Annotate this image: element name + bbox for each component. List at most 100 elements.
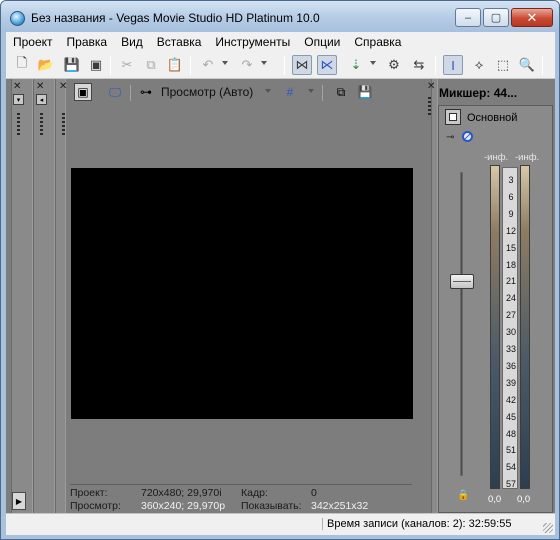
new-file-icon[interactable]: 🗋 — [12, 55, 32, 75]
crossfade-icon[interactable]: ⋉ — [317, 55, 337, 75]
preview-quality-dropdown-icon[interactable] — [265, 89, 271, 93]
meter-scale-tick: 24 — [505, 293, 516, 304]
meter-scale-tick: 36 — [505, 360, 516, 371]
save-icon[interactable]: 💾 — [62, 55, 82, 75]
meter-scale-tick: 48 — [505, 428, 516, 439]
volume-fader-track[interactable] — [460, 172, 463, 476]
bus-properties-icon[interactable] — [445, 109, 461, 125]
external-monitor-icon[interactable]: 🖵 — [106, 83, 124, 101]
meter-scale-tick: 57 — [505, 479, 516, 490]
close-pane-icon[interactable]: ✕ — [427, 81, 435, 92]
cut-icon[interactable]: ✂ — [117, 55, 137, 75]
selection-tool-icon[interactable]: ⬚ — [493, 55, 513, 75]
render-icon[interactable]: ▣ — [86, 55, 106, 75]
meter-scale-tick: 9 — [508, 208, 514, 219]
meter-scale: 3 6 9 12 15 18 21 24 27 30 33 36 39 42 45 48 51 54 57 — [502, 167, 518, 489]
minimize-button[interactable]: – — [455, 8, 481, 27]
meter-scale-tick: 33 — [505, 344, 516, 354]
meter-scale-tick: 30 — [505, 327, 516, 338]
pane-menu-icon[interactable]: ◂ — [36, 94, 47, 105]
lock-envelope-icon[interactable]: ⚙ — [384, 55, 404, 75]
save-snapshot-icon[interactable]: 💾 — [356, 83, 374, 101]
meter-left-value: 0,0 — [488, 494, 502, 505]
toolbar-separator — [542, 56, 543, 75]
meter-left — [490, 165, 500, 489]
dock-grip-icon[interactable] — [428, 97, 431, 117]
collapsed-pane-3 — [55, 79, 66, 513]
preview-fx-icon[interactable]: ⊶ — [137, 83, 155, 101]
menu-project[interactable]: Проект — [6, 32, 60, 52]
project-label: Проект: — [70, 487, 108, 499]
dock-grip-icon[interactable] — [62, 113, 65, 135]
close-icon: ✕ — [526, 9, 538, 25]
open-folder-icon[interactable]: 📂 — [36, 55, 56, 75]
pane-divider[interactable] — [431, 79, 438, 513]
dock-grip-icon[interactable] — [17, 113, 20, 135]
meter-right — [520, 165, 530, 489]
window-title: Без названия - Vegas Movie Studio HD Pla… — [31, 11, 320, 25]
fader-lock-icon[interactable]: 🔒 — [457, 490, 469, 501]
mixer-title: Микшер: 44... — [439, 86, 518, 100]
meter-scale-tick: 42 — [505, 394, 516, 405]
frame-value: 0 — [311, 487, 317, 499]
resize-grip-icon[interactable] — [543, 523, 553, 533]
auto-crossfade-icon[interactable]: ⇆ — [409, 55, 429, 75]
mute-icon[interactable] — [462, 131, 473, 142]
bus-name: Основной — [467, 112, 518, 124]
scroll-right-button[interactable]: ▶ — [12, 492, 26, 510]
menu-insert[interactable]: Вставка — [150, 32, 209, 52]
toolbar-separator — [190, 56, 191, 75]
redo-icon[interactable]: ↷ — [237, 55, 257, 75]
pane-menu-icon[interactable]: ▾ — [13, 94, 24, 105]
collapsed-pane-1 — [11, 79, 33, 513]
snap-icon[interactable]: ⇣ — [346, 55, 366, 75]
peak-left-label: -инф. — [484, 152, 509, 163]
menu-edit[interactable]: Правка — [60, 32, 115, 52]
snap-dropdown-icon[interactable] — [370, 61, 376, 65]
preview-toolbar: ▣ 🖵 ⊶ Просмотр (Авто) # ⧉ 💾 — [70, 81, 428, 103]
record-time-status: Время записи (каналов: 2): 32:59:55 — [322, 518, 511, 530]
meter-scale-tick: 6 — [508, 191, 514, 202]
close-button[interactable]: ✕ — [511, 8, 553, 27]
main-toolbar: 🗋 📂 💾 ▣ ✂ ⧉ 📋 ↶ ↷ ⋈ ⋉ ⇣ ⚙ ⇆ I ⟡ ⬚ 🔍 — [6, 52, 555, 79]
copy-snapshot-icon[interactable]: ⧉ — [332, 83, 350, 101]
zoom-tool-icon[interactable]: 🔍 — [517, 55, 537, 75]
menu-tools[interactable]: Инструменты — [208, 32, 297, 52]
preview-properties-icon[interactable]: ▣ — [74, 83, 92, 101]
meter-scale-tick: 45 — [505, 411, 516, 422]
frame-label: Кадр: — [241, 487, 268, 499]
volume-fader-handle[interactable] — [450, 274, 474, 289]
collapsed-pane-2 — [33, 79, 55, 513]
overlays-dropdown-icon[interactable] — [308, 89, 314, 93]
envelope-tool-icon[interactable]: ⟡ — [469, 55, 489, 75]
maximize-button[interactable]: ▢ — [483, 8, 509, 27]
redo-dropdown-icon[interactable] — [261, 61, 267, 65]
meter-scale-tick: 27 — [505, 310, 516, 321]
menu-options[interactable]: Опции — [297, 32, 347, 52]
preview-quality-select[interactable]: Просмотр (Авто) — [161, 85, 253, 99]
video-preview-screen[interactable] — [71, 168, 413, 419]
paste-icon[interactable]: 📋 — [165, 55, 185, 75]
close-pane-icon[interactable]: ✕ — [59, 81, 67, 92]
normal-edit-tool-icon[interactable]: I — [443, 55, 463, 75]
display-value: 342x251x32 — [311, 500, 369, 512]
preview-separator — [322, 85, 323, 101]
insert-fx-icon[interactable]: ⊸ — [446, 132, 454, 143]
maximize-icon: ▢ — [490, 12, 502, 24]
dock-grip-icon[interactable] — [40, 113, 43, 135]
copy-icon[interactable]: ⧉ — [141, 55, 161, 75]
preview-value: 360x240; 29,970p — [141, 500, 226, 512]
menu-view[interactable]: Вид — [114, 32, 150, 52]
meter-scale-tick: 54 — [505, 462, 516, 473]
undo-icon[interactable]: ↶ — [198, 55, 218, 75]
undo-dropdown-icon[interactable] — [222, 61, 228, 65]
close-pane-icon[interactable]: ✕ — [36, 81, 44, 92]
meter-scale-tick: 51 — [505, 445, 516, 456]
menu-help[interactable]: Справка — [347, 32, 408, 52]
overlays-icon[interactable]: # — [281, 83, 299, 101]
auto-ripple-icon[interactable]: ⋈ — [292, 55, 312, 75]
meter-scale-tick: 21 — [505, 276, 516, 287]
meter-scale-tick: 39 — [505, 377, 516, 388]
close-pane-icon[interactable]: ✕ — [13, 81, 21, 92]
title-bar: Без названия - Vegas Movie Studio HD Pla… — [1, 1, 559, 32]
